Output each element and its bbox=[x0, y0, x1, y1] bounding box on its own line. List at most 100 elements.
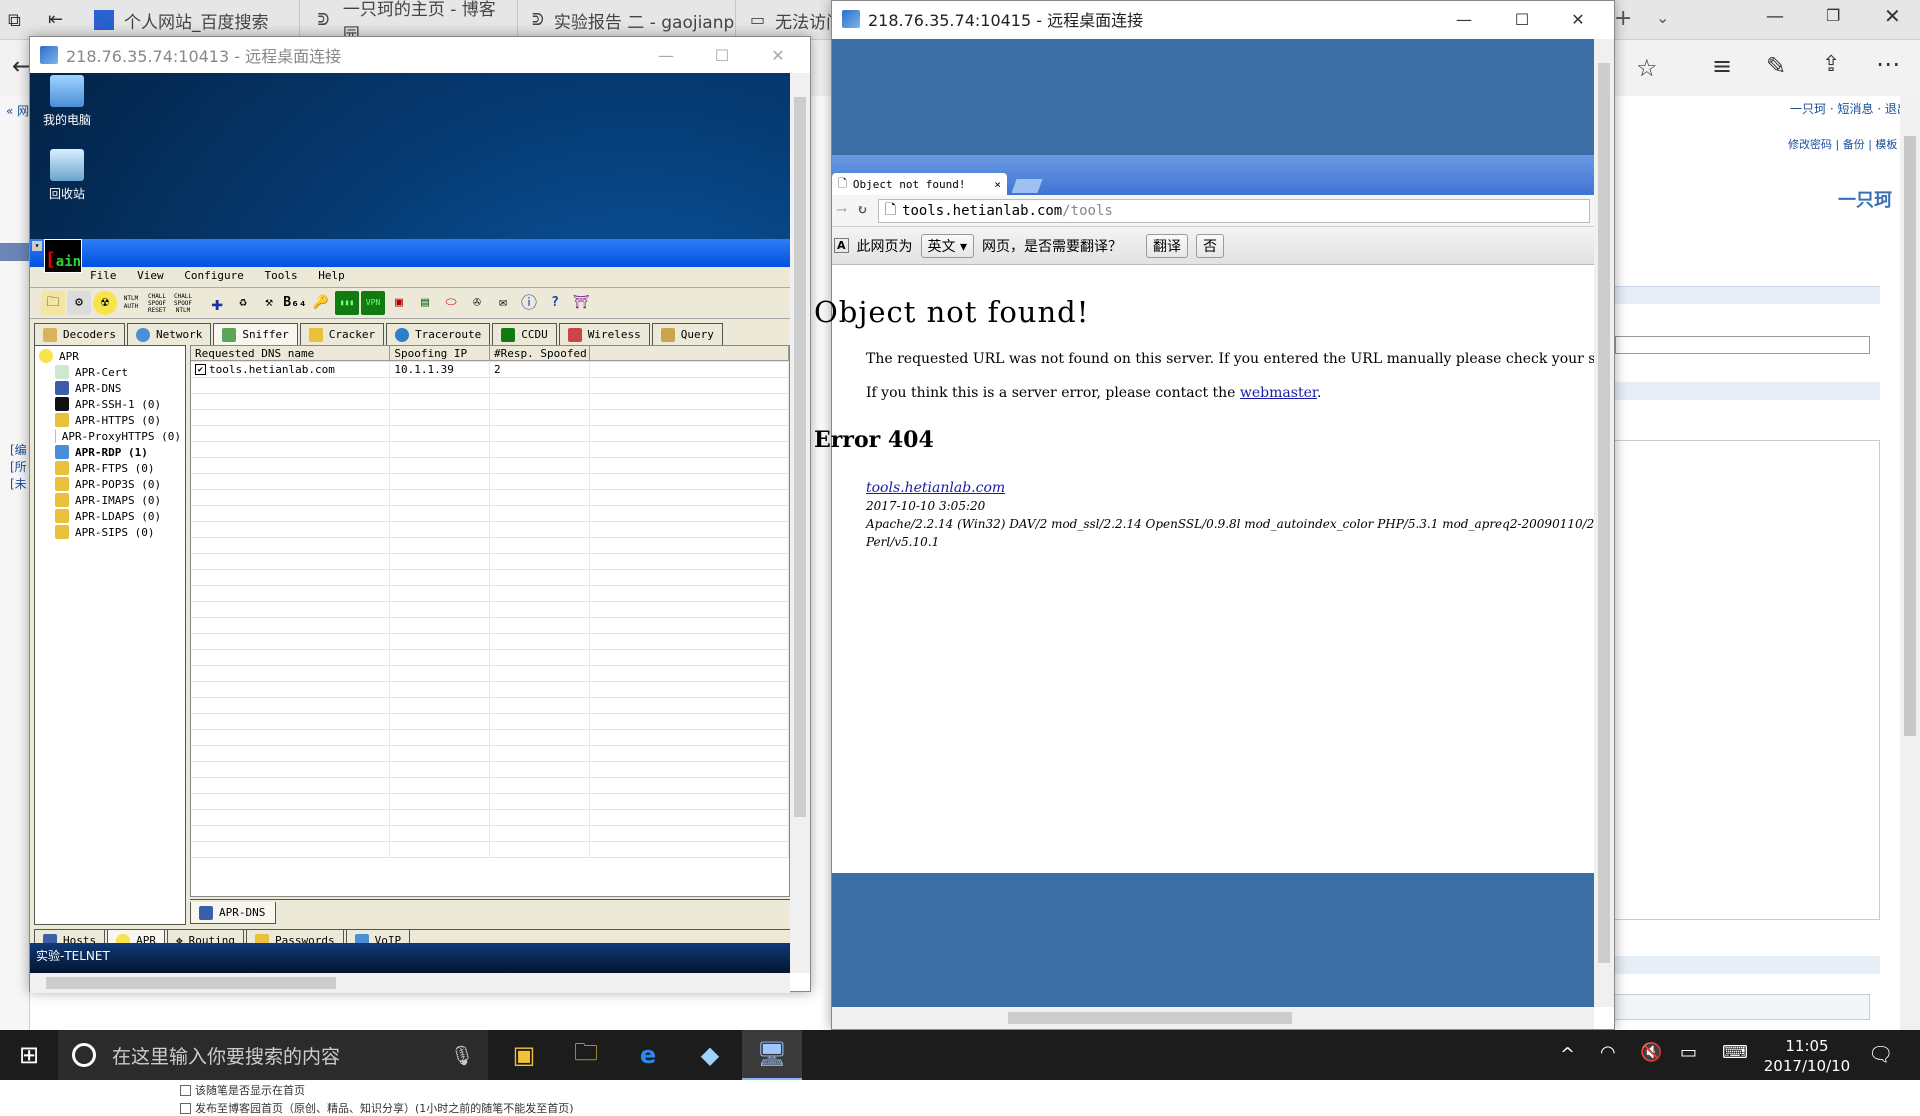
remote-desktop-taskbar-icon[interactable]: 🖥 bbox=[742, 1030, 802, 1080]
tree-item[interactable]: APR-POP3S (0) bbox=[39, 476, 181, 492]
maximize-button[interactable]: ☐ bbox=[694, 37, 750, 73]
wifi-icon[interactable]: ◠ bbox=[1600, 1042, 1616, 1063]
editor-area[interactable] bbox=[1610, 440, 1880, 920]
show-hidden-icons[interactable]: ^ bbox=[1560, 1044, 1575, 1065]
edge-scrollbar[interactable] bbox=[1900, 96, 1920, 1030]
new-tab-button[interactable]: + bbox=[1614, 6, 1632, 31]
system-menu-icon[interactable]: ▾ bbox=[32, 241, 42, 251]
new-tab-button[interactable] bbox=[1011, 179, 1043, 193]
notifications-icon[interactable]: 🗨 bbox=[1868, 1042, 1893, 1066]
minimize-button[interactable]: — bbox=[1436, 1, 1492, 37]
record-icon[interactable]: ⬭ bbox=[439, 291, 463, 315]
title-input[interactable] bbox=[1615, 336, 1870, 354]
hub-icon[interactable]: ≡ bbox=[1712, 52, 1732, 80]
taskbar-app-task-view[interactable]: ▣ bbox=[494, 1030, 554, 1080]
network-icon[interactable]: ✇ bbox=[465, 291, 489, 315]
pc-icon[interactable]: ▣ bbox=[387, 291, 411, 315]
add-icon[interactable]: ✚ bbox=[205, 291, 229, 315]
rdp2-horizontal-scrollbar[interactable] bbox=[832, 1007, 1594, 1029]
remove-icon[interactable]: ♻ bbox=[231, 291, 255, 315]
tree-item[interactable]: APR-IMAPS (0) bbox=[39, 492, 181, 508]
tab-manager-icon[interactable]: ⧉ bbox=[8, 10, 21, 31]
restore-button[interactable]: ❐ bbox=[1826, 6, 1840, 25]
close-tab-icon[interactable]: × bbox=[994, 178, 1001, 191]
checkbox[interactable] bbox=[180, 1084, 191, 1096]
checkbox[interactable] bbox=[180, 1102, 191, 1114]
key-icon[interactable]: 🔑 bbox=[309, 291, 333, 315]
tab-preview-chevron-icon[interactable]: ⌄ bbox=[1656, 8, 1669, 27]
rdp1-vertical-scrollbar[interactable] bbox=[790, 73, 810, 973]
start-sniffer-icon[interactable]: ⚙ bbox=[67, 291, 91, 315]
start-button[interactable]: ⊞ bbox=[0, 1030, 58, 1080]
tree-item[interactable]: APR-SIPS (0) bbox=[39, 524, 181, 540]
info-icon[interactable]: ⓘ bbox=[517, 291, 541, 315]
chall-spoof-ntlm-icon[interactable]: CHALL SPOOF NTLM bbox=[171, 291, 195, 315]
edge-tab[interactable]: ᕲ 一只珂的主页 - 博客园 bbox=[300, 0, 518, 45]
no-translate-button[interactable]: 否 bbox=[1196, 233, 1224, 258]
sub-links[interactable]: 修改密码 | 备份 | 模板 bbox=[1788, 136, 1897, 152]
tab-apr-dns[interactable]: APR-DNS bbox=[190, 902, 276, 924]
tab-cracker[interactable]: Cracker bbox=[299, 323, 385, 345]
vpn-icon[interactable]: VPN bbox=[361, 291, 385, 315]
column-header[interactable]: #Resp. Spoofed bbox=[490, 346, 590, 361]
homepage-option[interactable]: 该随笔是否显示在首页 bbox=[180, 1082, 305, 1098]
open-folder-icon[interactable]: 🗀 bbox=[41, 291, 65, 315]
menu-configure[interactable]: Configure bbox=[184, 269, 244, 282]
forward-arrow-icon[interactable]: → bbox=[836, 203, 847, 218]
table-row[interactable]: ✔ tools.hetianlab.com 10.1.1.39 2 bbox=[191, 362, 789, 378]
web-note-icon[interactable]: ✎ bbox=[1766, 52, 1786, 80]
reload-icon[interactable]: ↻ bbox=[857, 203, 868, 218]
microphone-icon[interactable]: 🎙 bbox=[450, 1044, 474, 1067]
edge-icon[interactable]: e bbox=[618, 1030, 678, 1080]
file-explorer-icon[interactable]: 🗀 bbox=[556, 1030, 616, 1080]
taskbar-app[interactable]: ◆ bbox=[680, 1030, 740, 1080]
column-header[interactable]: Spoofing IP bbox=[390, 346, 490, 361]
certificate-icon[interactable]: ✉ bbox=[491, 291, 515, 315]
close-button[interactable]: ✕ bbox=[750, 37, 806, 73]
desktop-icon-my-computer[interactable]: 我的电脑 bbox=[32, 75, 102, 128]
clock[interactable]: 11:05 2017/10/10 bbox=[1762, 1036, 1852, 1076]
set-aside-tabs-icon[interactable]: ⇤ bbox=[48, 9, 63, 30]
start-apr-icon[interactable]: ☢ bbox=[93, 291, 117, 315]
maximize-button[interactable]: ☐ bbox=[1494, 1, 1550, 37]
tree-item[interactable]: APR-LDAPS (0) bbox=[39, 508, 181, 524]
rdp1-horizontal-scrollbar[interactable] bbox=[30, 973, 790, 993]
tab-network[interactable]: Network bbox=[126, 323, 212, 345]
base64-icon[interactable]: B₆₄ bbox=[283, 291, 307, 315]
tab-wireless[interactable]: Wireless bbox=[558, 323, 650, 345]
edge-tab[interactable]: 🐾 个人网站_百度搜索 bbox=[80, 0, 300, 40]
edge-tab[interactable]: ᕲ 实验报告 二 - gaojianp bbox=[518, 0, 736, 40]
tree-item[interactable]: APR-RDP (1) bbox=[39, 444, 181, 460]
tree-item[interactable]: APR-HTTPS (0) bbox=[39, 412, 181, 428]
menu-view[interactable]: View bbox=[137, 269, 164, 282]
tree-item[interactable]: APR-Cert bbox=[39, 364, 181, 380]
close-button[interactable]: ✕ bbox=[1884, 4, 1901, 28]
wireless-card-icon[interactable]: ▤ bbox=[413, 291, 437, 315]
tab-traceroute[interactable]: Traceroute bbox=[386, 323, 491, 345]
tab-query[interactable]: Query bbox=[651, 323, 723, 345]
publish-option[interactable]: 发布至博客园首页（原创、精品、知识分享）(1小时之前的随笔不能发至首页) bbox=[180, 1100, 574, 1116]
translate-button[interactable]: 翻译 bbox=[1146, 233, 1188, 258]
more-icon[interactable]: ⋯ bbox=[1876, 50, 1900, 78]
exit-icon[interactable]: ⛩ bbox=[569, 291, 593, 315]
rdp2-vertical-scrollbar[interactable] bbox=[1594, 39, 1614, 1007]
header-links[interactable]: 一只珂 · 短消息 · 退出 bbox=[1790, 100, 1909, 117]
menu-tools[interactable]: Tools bbox=[264, 269, 297, 282]
edge-tab[interactable]: ▭ 无法访问 bbox=[736, 0, 846, 40]
battery-icon[interactable]: ▭ bbox=[1680, 1042, 1697, 1063]
help-icon[interactable]: ? bbox=[543, 291, 567, 315]
config-icon[interactable]: ⚒ bbox=[257, 291, 281, 315]
chrome-tab[interactable]: 🗋 Object not found! × bbox=[832, 173, 1007, 195]
column-header[interactable] bbox=[589, 346, 789, 361]
tree-item[interactable]: APR bbox=[39, 348, 181, 364]
host-link[interactable]: tools.hetianlab.com bbox=[866, 480, 1005, 496]
tree-item[interactable]: APR-SSH-1 (0) bbox=[39, 396, 181, 412]
menu-help[interactable]: Help bbox=[318, 269, 345, 282]
menu-file[interactable]: File bbox=[90, 269, 117, 282]
webmaster-link[interactable]: webmaster bbox=[1240, 385, 1317, 401]
lsa-icon[interactable]: ▮▮▮ bbox=[335, 291, 359, 315]
minimize-button[interactable]: — bbox=[1766, 6, 1784, 27]
chall-spoof-reset-icon[interactable]: CHALL SPOOF RESET bbox=[145, 291, 169, 315]
tab-decoders[interactable]: Decoders bbox=[34, 323, 125, 345]
column-header[interactable]: Requested DNS name bbox=[191, 346, 391, 361]
